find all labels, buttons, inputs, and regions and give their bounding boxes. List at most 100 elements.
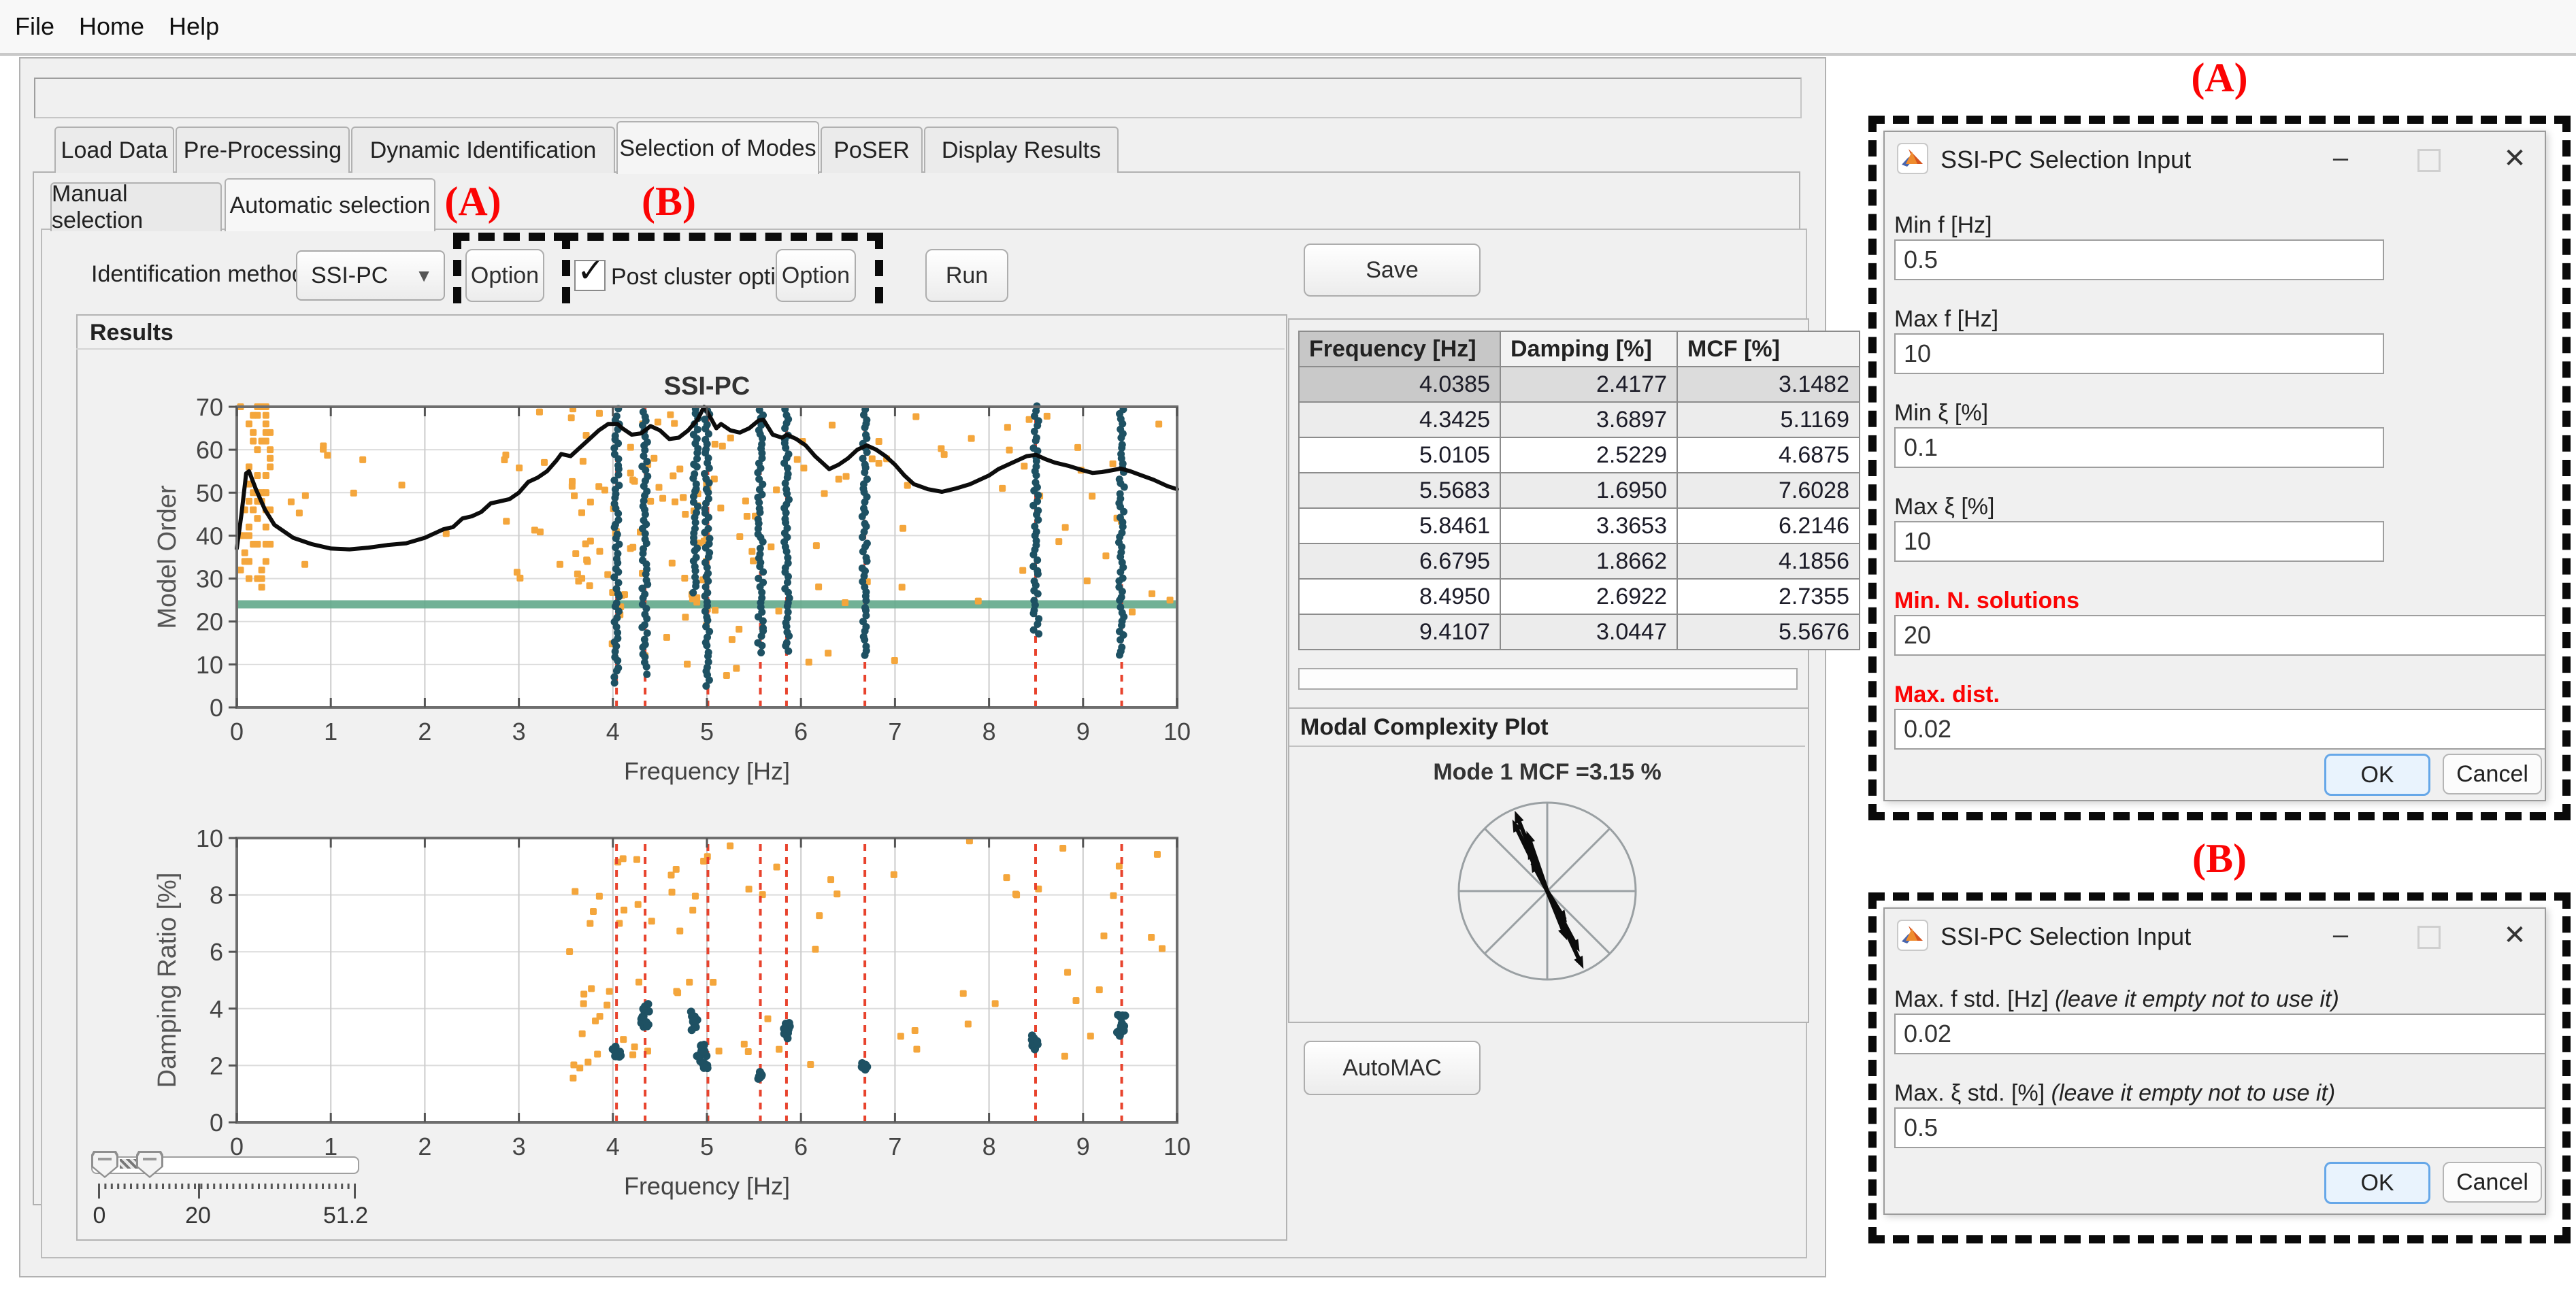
table-cell[interactable]: 2.4177	[1500, 367, 1677, 402]
field-label-1: Max f [Hz]	[1894, 306, 1998, 333]
minimize-button[interactable]: –	[2320, 920, 2361, 950]
svg-text:9: 9	[1076, 1133, 1090, 1160]
maximize-button[interactable]	[2409, 925, 2449, 956]
svg-text:8: 8	[982, 718, 996, 746]
identification-method-dropdown[interactable]: SSI-PC ▼	[296, 250, 445, 301]
save-button[interactable]: Save	[1304, 244, 1481, 297]
svg-text:2: 2	[418, 1133, 431, 1160]
maximize-button[interactable]	[2409, 148, 2449, 179]
matlab-icon	[1897, 920, 1928, 951]
post-cluster-checkbox[interactable]: ✓	[574, 260, 606, 291]
subtab-manual-selection[interactable]: Manual selection	[50, 182, 222, 231]
table-cell[interactable]: 4.3425	[1299, 402, 1500, 437]
field-input-2[interactable]: 0.1	[1894, 427, 2384, 468]
table-row[interactable]: 9.41073.04475.5676	[1299, 614, 1860, 650]
menu-item-home[interactable]: Home	[79, 12, 144, 41]
table-cell[interactable]: 5.0105	[1299, 437, 1500, 473]
svg-text:5: 5	[700, 718, 714, 746]
ok-button[interactable]: OK	[2324, 1162, 2430, 1204]
table-cell[interactable]: 6.6795	[1299, 543, 1500, 579]
field-input-3[interactable]: 10	[1894, 521, 2384, 562]
menu-item-help[interactable]: Help	[169, 12, 219, 41]
modes-table[interactable]: Frequency [Hz]Damping [%]MCF [%]4.03852.…	[1298, 331, 1860, 650]
table-cell[interactable]: 5.8461	[1299, 508, 1500, 543]
automac-button[interactable]: AutoMAC	[1304, 1041, 1481, 1095]
table-cell[interactable]: 7.6028	[1677, 473, 1860, 508]
svg-text:8: 8	[210, 882, 223, 909]
table-cell[interactable]: 3.6897	[1500, 402, 1677, 437]
table-cell[interactable]: 9.4107	[1299, 614, 1500, 650]
table-cell[interactable]: 5.5683	[1299, 473, 1500, 508]
svg-text:6: 6	[210, 938, 223, 966]
ssi-pc-selection-dialog-a: SSI-PC Selection Input–✕Min f [Hz]0.5Max…	[1883, 131, 2546, 801]
table-cell[interactable]: 5.1169	[1677, 402, 1860, 437]
field-input-1[interactable]: 0.5	[1894, 1107, 2546, 1148]
table-row[interactable]: 5.56831.69507.6028	[1299, 473, 1860, 508]
field-label-2: Min ξ [%]	[1894, 400, 1988, 426]
table-cell[interactable]: 3.1482	[1677, 367, 1860, 402]
tab-pre-processing[interactable]: Pre-Processing	[176, 127, 350, 173]
ok-button[interactable]: OK	[2324, 754, 2430, 796]
table-cell[interactable]: 5.5676	[1677, 614, 1860, 650]
table-cell[interactable]: 1.6950	[1500, 473, 1677, 508]
minimize-button[interactable]: –	[2320, 143, 2361, 173]
option-a-button[interactable]: Option	[465, 249, 544, 302]
field-input-0[interactable]: 0.5	[1894, 239, 2384, 280]
tab-display-results[interactable]: Display Results	[924, 127, 1119, 173]
table-cell[interactable]: 6.2146	[1677, 508, 1860, 543]
table-header-1[interactable]: Damping [%]	[1500, 331, 1677, 367]
table-row[interactable]: 4.03852.41773.1482	[1299, 367, 1860, 402]
results-title: Results	[90, 320, 1285, 346]
menu-item-file[interactable]: File	[15, 12, 54, 41]
table-cell[interactable]: 2.5229	[1500, 437, 1677, 473]
table-cell[interactable]: 4.0385	[1299, 367, 1500, 402]
table-cell[interactable]: 4.6875	[1677, 437, 1860, 473]
field-label-5: Max. dist.	[1894, 682, 2000, 708]
svg-text:10: 10	[1163, 1133, 1191, 1160]
close-button[interactable]: ✕	[2494, 920, 2535, 951]
table-row[interactable]: 5.84613.36536.2146	[1299, 508, 1860, 543]
table-horizontal-scrollbar[interactable]	[1298, 668, 1798, 690]
cancel-button[interactable]: Cancel	[2443, 754, 2542, 794]
tab-poser[interactable]: PoSER	[821, 127, 923, 173]
svg-text:4: 4	[210, 995, 223, 1023]
tab-selection-of-modes[interactable]: Selection of Modes	[616, 121, 819, 174]
svg-text:7: 7	[888, 718, 902, 746]
option-b-button[interactable]: Option	[776, 249, 856, 302]
cancel-button[interactable]: Cancel	[2443, 1162, 2542, 1203]
table-cell[interactable]: 2.6922	[1500, 579, 1677, 614]
tab-load-data[interactable]: Load Data	[54, 127, 174, 173]
table-header-2[interactable]: MCF [%]	[1677, 331, 1860, 367]
table-row[interactable]: 4.34253.68975.1169	[1299, 402, 1860, 437]
table-row[interactable]: 8.49502.69222.7355	[1299, 579, 1860, 614]
identification-method-value: SSI-PC	[311, 263, 388, 289]
table-row[interactable]: 5.01052.52294.6875	[1299, 437, 1860, 473]
table-row[interactable]: 6.67951.86624.1856	[1299, 543, 1860, 579]
table-cell[interactable]: 8.4950	[1299, 579, 1500, 614]
table-cell[interactable]: 4.1856	[1677, 543, 1860, 579]
svg-text:9: 9	[1076, 718, 1090, 746]
dialog-title-bar: SSI-PC Selection Input–✕	[1885, 909, 2545, 962]
field-input-5[interactable]: 0.02	[1894, 709, 2546, 750]
slider-selected-range	[120, 1159, 139, 1169]
table-cell[interactable]: 3.0447	[1500, 614, 1677, 650]
table-cell[interactable]: 3.3653	[1500, 508, 1677, 543]
field-input-4[interactable]: 20	[1894, 615, 2546, 656]
subtab-automatic-selection[interactable]: Automatic selection	[225, 178, 435, 231]
ssi-pc-selection-dialog-b: SSI-PC Selection Input–✕Max. f std. [Hz]…	[1883, 907, 2546, 1215]
svg-text:2: 2	[210, 1052, 223, 1079]
svg-text:4: 4	[606, 1133, 620, 1160]
svg-text:3: 3	[512, 718, 526, 746]
annotation-a-dialog: (A)	[2172, 54, 2267, 101]
tab-dynamic-identification[interactable]: Dynamic Identification	[351, 127, 615, 173]
svg-text:1: 1	[324, 718, 337, 746]
field-label-0: Max. f std. [Hz] (leave it empty not to …	[1894, 986, 2339, 1013]
table-cell[interactable]: 1.8662	[1500, 543, 1677, 579]
run-button[interactable]: Run	[925, 249, 1008, 302]
field-input-1[interactable]: 10	[1894, 333, 2384, 374]
field-input-0[interactable]: 0.02	[1894, 1014, 2546, 1054]
close-button[interactable]: ✕	[2494, 143, 2535, 174]
table-header-0[interactable]: Frequency [Hz]	[1299, 331, 1500, 367]
chevron-down-icon: ▼	[415, 265, 433, 286]
table-cell[interactable]: 2.7355	[1677, 579, 1860, 614]
